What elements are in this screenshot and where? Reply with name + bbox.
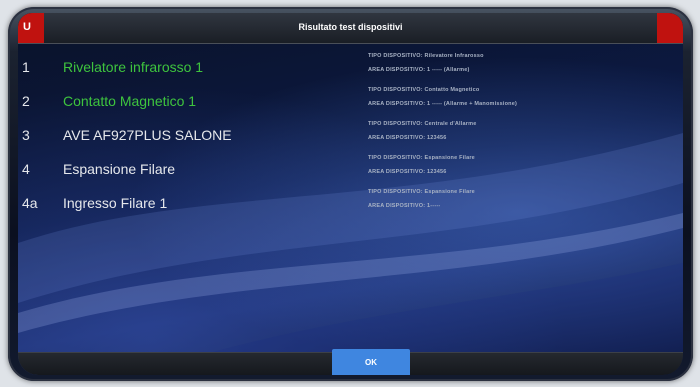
device-name: Rivelatore infrarosso 1 [63,59,204,75]
device-type-info: TIPO DISPOSITIVO: Rilevatore Infrarosso [368,53,484,59]
device-number: 2 [22,93,30,109]
device-area-info: AREA DISPOSITIVO: 1 ----- (Allarme) [368,67,470,73]
device-type-info: TIPO DISPOSITIVO: Espansione Filare [368,189,475,195]
device-type-info: TIPO DISPOSITIVO: Espansione Filare [368,155,475,161]
device-name: Contatto Magnetico 1 [63,93,197,109]
device-area-info: AREA DISPOSITIVO: 123456 [368,169,447,175]
device-name: AVE AF927PLUS SALONE [63,127,232,143]
device-row[interactable]: 4a Ingresso Filare 1 TIPO DISPOSITIVO: Esp… [18,189,683,219]
device-type-info: TIPO DISPOSITIVO: Contatto Magnetico [368,87,480,93]
device-bezel: U Risultato test dispositivi 1 Rivelatore… [8,7,693,381]
device-row[interactable]: 1 Rivelatore infrarosso 1 TIPO DISPOSITIVO… [18,53,683,83]
app-screen: U Risultato test dispositivi 1 Rivelatore… [18,13,683,375]
device-area-info: AREA DISPOSITIVO: 1----- [368,203,441,209]
device-number: 4 [22,161,30,177]
device-name: Ingresso Filare 1 [63,195,168,211]
device-type-info: TIPO DISPOSITIVO: Centrale d'Allarme [368,121,477,127]
close-corner-button[interactable] [657,13,683,43]
title-bar: U Risultato test dispositivi [18,13,683,44]
device-row[interactable]: 3 AVE AF927PLUS SALONE TIPO DISPOSITIVO: C… [18,121,683,151]
ok-button[interactable]: OK [332,349,410,375]
device-area-info: AREA DISPOSITIVO: 123456 [368,135,447,141]
device-name: Espansione Filare [63,161,176,177]
device-number: 1 [22,59,30,75]
page-title: Risultato test dispositivi [298,22,403,32]
device-row[interactable]: 2 Contatto Magnetico 1 TIPO DISPOSITIVO: C… [18,87,683,117]
device-number: 4a [22,195,38,211]
device-number: 3 [22,127,30,143]
device-area-info: AREA DISPOSITIVO: 1 ----- (Allarme + Man… [368,101,517,107]
device-row[interactable]: 4 Espansione Filare TIPO DISPOSITIVO: Espa… [18,155,683,185]
